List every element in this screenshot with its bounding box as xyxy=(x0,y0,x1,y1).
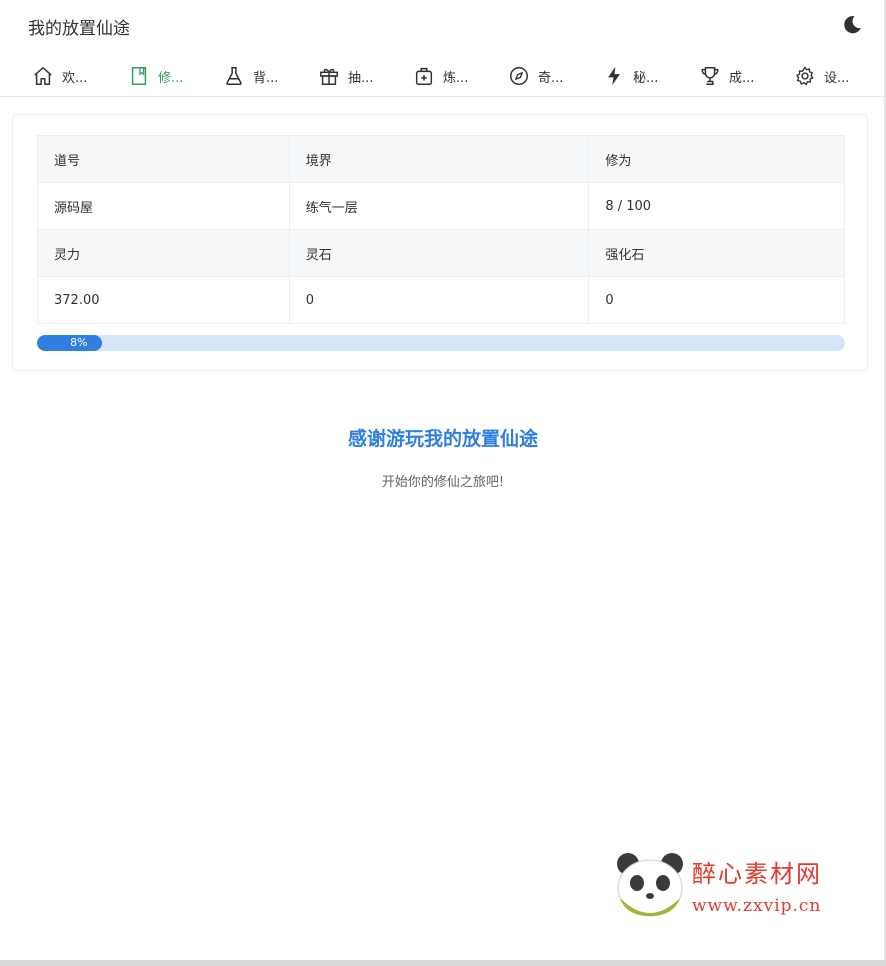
watermark-url: www.zxvip.cn xyxy=(692,896,822,916)
nav-label-adventure: 奇... xyxy=(538,70,564,86)
bottom-edge xyxy=(0,960,886,966)
nav-item-welcome[interactable]: 欢... xyxy=(32,63,87,89)
app-header: 我的放置仙途 xyxy=(0,0,886,50)
trophy-icon xyxy=(701,67,719,85)
compass-icon xyxy=(510,67,528,85)
nav-label-cultivate: 修... xyxy=(158,70,184,86)
gift-icon xyxy=(320,68,338,85)
home-icon xyxy=(34,67,52,85)
label-realm: 境界 xyxy=(288,135,590,183)
thanks-heading: 感谢游玩我的放置仙途 xyxy=(347,428,538,450)
nav-label-settings: 设... xyxy=(824,70,850,86)
value-enhance-stone: 0 xyxy=(588,276,845,324)
value-spirit-power: 372.00 xyxy=(37,276,290,324)
table-row: 源码屋 练气一层 8 / 100 xyxy=(37,182,845,230)
value-realm: 练气一层 xyxy=(288,182,590,230)
table-row: 道号 境界 修为 xyxy=(37,135,845,183)
label-enhance-stone: 强化石 xyxy=(588,229,845,277)
app-title: 我的放置仙途 xyxy=(28,19,130,39)
nav-item-secret[interactable]: 秘... xyxy=(603,63,658,89)
medkit-icon xyxy=(415,67,433,85)
nav-item-cultivate[interactable]: 修... xyxy=(128,63,183,89)
moon-icon[interactable] xyxy=(840,13,864,37)
flask-icon xyxy=(226,67,242,85)
nav-item-achievement[interactable]: 成... xyxy=(699,63,754,89)
watermark-brand: 醉心素材网 xyxy=(692,860,822,888)
welcome-subtitle: 开始你的修仙之旅吧! xyxy=(381,475,505,490)
nav-label-secret: 秘... xyxy=(633,70,659,86)
nav-item-adventure[interactable]: 奇... xyxy=(508,63,563,89)
nav-item-settings[interactable]: 设... xyxy=(794,63,849,89)
lightning-icon xyxy=(608,66,620,86)
label-cultivation: 修为 xyxy=(588,135,845,183)
progress-fill: 8% xyxy=(37,335,102,351)
panda-logo xyxy=(617,853,683,917)
player-stats-table: 道号 境界 修为 源码屋 练气一层 8 / 100 灵力 灵石 强化石 372.… xyxy=(37,135,845,324)
table-row: 灵力 灵石 强化石 xyxy=(37,229,845,277)
watermark: 醉心素材网 www.zxvip.cn xyxy=(614,850,864,920)
table-row: 372.00 0 0 xyxy=(37,276,845,324)
label-spirit-stone: 灵石 xyxy=(288,229,590,277)
main-nav: 欢... 修... 背... 抽... 炼... 奇... 秘... 成... … xyxy=(0,55,886,97)
gear-icon xyxy=(796,66,814,86)
nav-label-achievement: 成... xyxy=(729,70,755,86)
nav-item-draw[interactable]: 抽... xyxy=(318,63,373,89)
nav-label-welcome: 欢... xyxy=(62,70,88,86)
book-icon xyxy=(131,67,147,85)
cultivation-progress-bar: 8% xyxy=(37,335,845,351)
value-daohao: 源码屋 xyxy=(37,182,290,230)
nav-label-bag: 背... xyxy=(253,70,279,86)
progress-text: 8% xyxy=(70,336,88,349)
player-info-card: 道号 境界 修为 源码屋 练气一层 8 / 100 灵力 灵石 强化石 372.… xyxy=(12,114,868,371)
label-daohao: 道号 xyxy=(37,135,290,183)
nav-label-alchemy: 炼... xyxy=(443,70,469,86)
label-spirit-power: 灵力 xyxy=(37,229,290,277)
value-cultivation: 8 / 100 xyxy=(588,182,845,230)
nav-item-alchemy[interactable]: 炼... xyxy=(413,63,468,89)
value-spirit-stone: 0 xyxy=(288,276,590,324)
nav-label-draw: 抽... xyxy=(348,70,374,86)
nav-item-bag[interactable]: 背... xyxy=(223,63,278,89)
